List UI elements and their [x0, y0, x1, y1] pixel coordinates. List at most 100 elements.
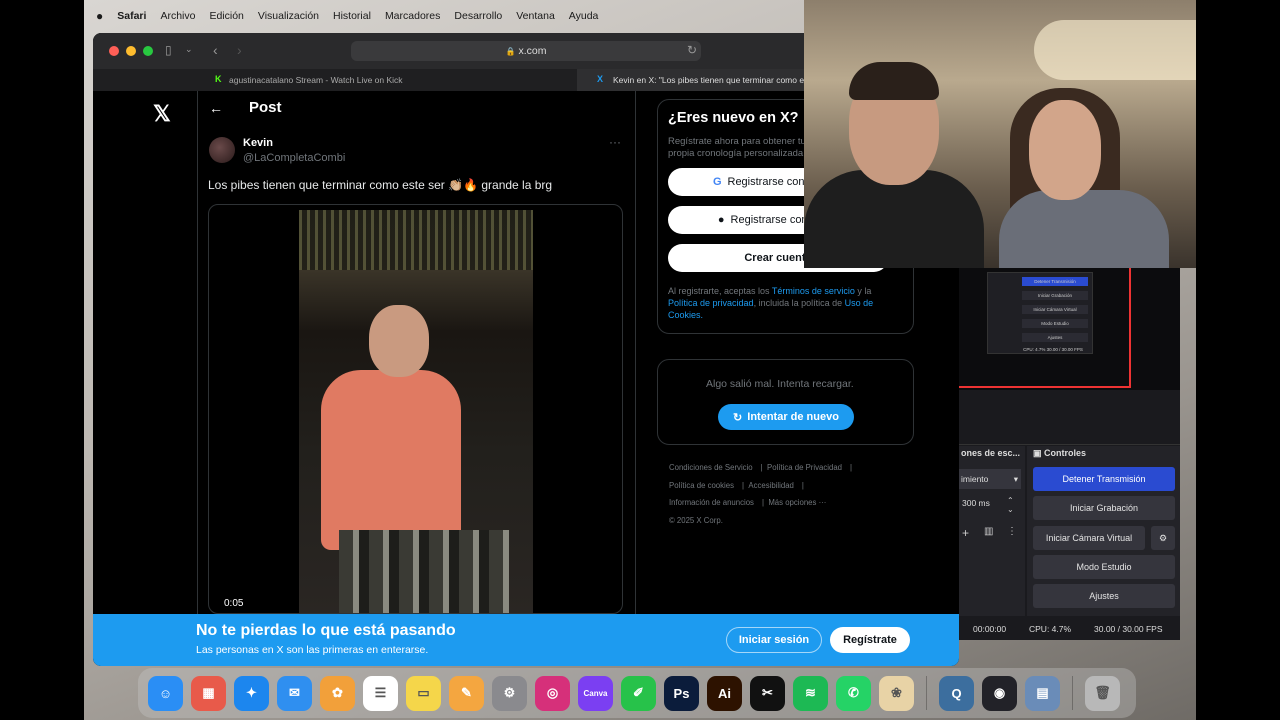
cpu-usage: CPU: 4.7% — [1029, 624, 1072, 634]
create-account-label: Crear cuenta — [744, 252, 812, 264]
dock-app-canva-icon[interactable]: Canva — [578, 675, 613, 711]
footer-links: Condiciones de Servicio | Política de Pri… — [669, 463, 853, 525]
dock-app-capcut-icon[interactable]: ✂ — [750, 675, 785, 711]
dock-app-launchpad-icon[interactable]: ▦ — [191, 675, 226, 711]
copyright: © 2025 X Corp. — [669, 515, 723, 525]
kick-favicon-icon: K — [215, 74, 222, 84]
apple-menu-icon[interactable]: ● — [96, 9, 103, 23]
more-icon[interactable]: ⋮ — [1007, 526, 1017, 537]
dock-app-preview-icon[interactable]: ▤ — [1025, 675, 1060, 711]
sidebar-toggle-icon[interactable]: ▯ — [165, 43, 172, 57]
author-name[interactable]: Kevin — [243, 137, 345, 149]
back-icon[interactable]: ‹ — [213, 42, 218, 58]
menu-edicion[interactable]: Edición — [209, 10, 243, 22]
dock-app-notability-icon[interactable]: ✐ — [621, 675, 656, 711]
reload-icon[interactable]: ↻ — [687, 43, 697, 57]
signup-title: ¿Eres nuevo en X? — [668, 110, 799, 126]
trends-error-card: Algo salió mal. Intenta recargar. ↻ Inte… — [657, 359, 914, 445]
controls-panel: ▣ Controles Detener Transmisión Iniciar … — [1027, 446, 1180, 616]
controls-icon: ▣ — [1033, 448, 1042, 458]
avatar[interactable] — [209, 137, 235, 163]
trash-icon[interactable]: ▥ — [984, 526, 993, 537]
gear-icon[interactable]: ⚙ — [1151, 526, 1175, 550]
dock-app-illustrator-icon[interactable]: Ai — [707, 675, 742, 711]
footer-link[interactable]: Más opciones ··· — [768, 498, 826, 507]
menu-archivo[interactable]: Archivo — [160, 10, 195, 22]
dock-app-flower-app-icon[interactable]: ❀ — [879, 675, 914, 711]
x-logo-icon[interactable]: 𝕏 — [153, 101, 171, 127]
dock: ☺ ▦ ✦ ✉ ✿ ☰ ▭ ✎ ⚙ ◎ Canva ✐ Ps Ai ✂ ≋ ✆ ❀ Q ◉ ▤ 🗑 — [138, 668, 1136, 718]
video-player[interactable]: 0:05 — [208, 204, 623, 614]
minimize-window-button[interactable] — [126, 46, 136, 56]
refresh-icon: ↻ — [733, 411, 743, 424]
retry-label: Intentar de nuevo — [747, 411, 839, 423]
menu-visualizacion[interactable]: Visualización — [258, 10, 319, 22]
signup-banner: No te pierdas lo que está pasando Las pe… — [93, 614, 959, 666]
close-window-button[interactable] — [109, 46, 119, 56]
more-options-icon[interactable]: ··· — [609, 135, 621, 149]
back-arrow-icon[interactable]: ← — [209, 100, 223, 116]
dock-app-system-settings-icon[interactable]: ⚙ — [492, 675, 527, 711]
menu-historial[interactable]: Historial — [333, 10, 371, 22]
footer-link[interactable]: Información de anuncios — [669, 498, 754, 507]
menu-app-name[interactable]: Safari — [117, 10, 146, 22]
dock-app-whatsapp-icon[interactable]: ✆ — [836, 675, 871, 711]
dock-app-pages-icon[interactable]: ✎ — [449, 675, 484, 711]
dock-app-mail-icon[interactable]: ✉ — [277, 675, 312, 711]
author-handle[interactable]: @LaCompletaCombi — [243, 152, 345, 164]
menu-ayuda[interactable]: Ayuda — [569, 10, 599, 22]
dock-app-photoshop-icon[interactable]: Ps — [664, 675, 699, 711]
scene-transitions-panel: ones de esc... imiento ▾ 300 ms ⌃ ⌄ + ▥ ⋮ — [959, 446, 1025, 616]
duration-field[interactable]: 300 ms — [959, 498, 990, 508]
dock-app-notes-icon[interactable]: ▭ — [406, 675, 441, 711]
dock-app-safari-icon[interactable]: ✦ — [234, 675, 269, 711]
controls-header: ▣ Controles — [1033, 448, 1086, 459]
footer-link[interactable]: Condiciones de Servicio — [669, 463, 753, 472]
obs-preview: Detener Transmisión Iniciar Grabación In… — [959, 268, 1180, 390]
retry-button[interactable]: ↻ Intentar de nuevo — [718, 404, 854, 430]
author-block[interactable]: Kevin @LaCompletaCombi — [243, 137, 345, 164]
terms-link[interactable]: Términos de servicio — [772, 286, 855, 296]
video-frame — [299, 210, 533, 613]
menu-ventana[interactable]: Ventana — [516, 10, 555, 22]
tab-kick[interactable]: K agustinacatalano Stream - Watch Live o… — [93, 69, 577, 91]
url-text: x.com — [518, 45, 547, 57]
signup-legal-text: Al registrarte, aceptas los Términos de … — [668, 285, 903, 321]
register-button[interactable]: Regístrate — [830, 627, 910, 653]
dock-app-spotify-icon[interactable]: ≋ — [793, 675, 828, 711]
stop-stream-button[interactable]: Detener Transmisión — [1033, 467, 1175, 491]
dock-app-instagram-icon[interactable]: ◎ — [535, 675, 570, 711]
mini-label: Ajustes — [1022, 333, 1088, 342]
google-icon: G — [712, 176, 722, 188]
start-recording-button[interactable]: Iniciar Grabación — [1033, 496, 1175, 520]
menu-marcadores[interactable]: Marcadores — [385, 10, 440, 22]
footer-link[interactable]: Política de Privacidad — [767, 463, 842, 472]
dock-app-reminders-icon[interactable]: ☰ — [363, 675, 398, 711]
stepper-icon[interactable]: ⌃ ⌄ — [1007, 496, 1014, 514]
apple-icon: ● — [717, 214, 725, 226]
dock-app-quicktime-icon[interactable]: Q — [939, 675, 974, 711]
footer-link[interactable]: Política de cookies — [669, 481, 734, 490]
transition-select[interactable]: imiento ▾ — [959, 469, 1021, 489]
forward-icon[interactable]: › — [237, 42, 242, 58]
privacy-link[interactable]: Política de privacidad — [668, 298, 754, 308]
footer-link[interactable]: Accesibilidad — [748, 481, 794, 490]
dock-app-trash-icon[interactable]: 🗑 — [1085, 675, 1120, 711]
chevron-down-icon[interactable]: ⌄ — [185, 44, 193, 55]
webcam-overlay — [804, 0, 1196, 268]
obs-window: Detener Transmisión Iniciar Grabación In… — [959, 268, 1180, 640]
banner-subtext: Las personas en X son las primeras en en… — [196, 644, 429, 656]
studio-mode-button[interactable]: Modo Estudio — [1033, 555, 1175, 579]
address-bar[interactable]: 🔒 x.com — [351, 41, 701, 61]
dock-app-obs-icon[interactable]: ◉ — [982, 675, 1017, 711]
lock-icon: 🔒 — [505, 47, 516, 56]
transition-value: imiento — [961, 474, 989, 484]
login-button[interactable]: Iniciar sesión — [726, 627, 822, 653]
dock-app-photos-icon[interactable]: ✿ — [320, 675, 355, 711]
add-icon[interactable]: + — [962, 526, 969, 540]
settings-button[interactable]: Ajustes — [1033, 584, 1175, 608]
menu-desarrollo[interactable]: Desarrollo — [454, 10, 502, 22]
dock-app-finder-icon[interactable]: ☺ — [148, 675, 183, 711]
zoom-window-button[interactable] — [143, 46, 153, 56]
virtual-camera-button[interactable]: Iniciar Cámara Virtual — [1033, 526, 1145, 550]
